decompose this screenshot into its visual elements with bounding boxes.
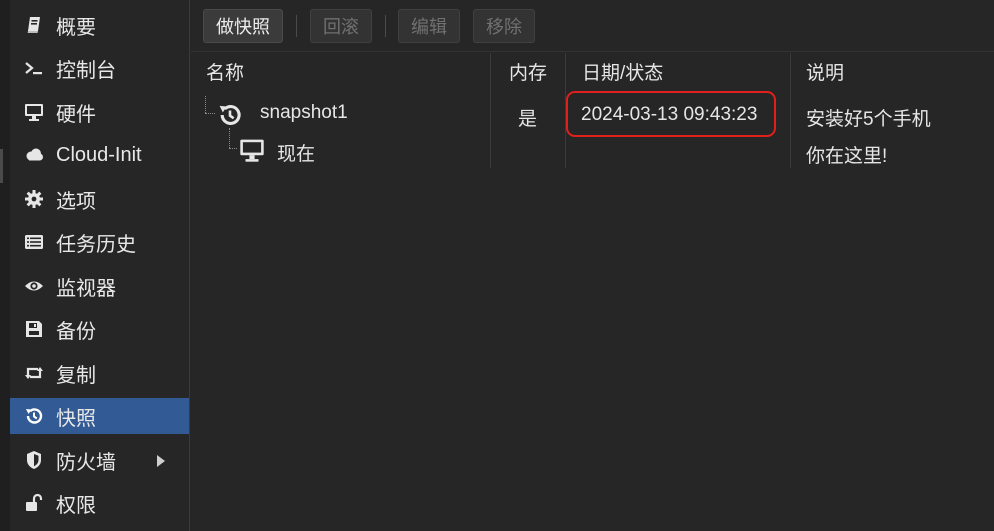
sidebar-item-firewall[interactable]: 防火墙 — [10, 442, 189, 478]
sidebar: 概要 控制台 硬件 Cloud-Init 选项 任务历史 监视器 备份 复制 快… — [10, 0, 190, 531]
tree-connector — [205, 113, 215, 114]
tree-connector — [229, 128, 230, 148]
app-window: 概要 控制台 硬件 Cloud-Init 选项 任务历史 监视器 备份 复制 快… — [0, 0, 994, 531]
history-icon — [22, 404, 46, 428]
sidebar-item-backup[interactable]: 备份 — [10, 311, 189, 347]
sidebar-item-label: 复制 — [56, 364, 96, 387]
column-divider — [790, 53, 791, 168]
left-edge-strip — [0, 0, 10, 531]
history-icon — [217, 102, 243, 128]
sidebar-item-label: 快照 — [56, 407, 96, 430]
sidebar-item-label: 备份 — [56, 320, 96, 343]
sidebar-item-monitor[interactable]: 监视器 — [10, 268, 189, 304]
sidebar-item-label: Cloud-Init — [56, 143, 142, 166]
sidebar-item-hardware[interactable]: 硬件 — [10, 94, 189, 130]
tree-connector — [205, 96, 206, 113]
sidebar-item-label: 任务历史 — [56, 233, 136, 256]
column-header-ram[interactable]: 内存 — [509, 53, 547, 95]
terminal-icon — [22, 56, 46, 80]
tree-connector — [229, 148, 237, 149]
sidebar-item-label: 防火墙 — [56, 451, 116, 474]
snapshot-name[interactable]: snapshot1 — [260, 102, 348, 124]
rollback-button[interactable]: 回滚 — [310, 9, 372, 43]
column-header-date[interactable]: 日期/状态 — [582, 53, 663, 95]
unlock-icon — [22, 491, 46, 515]
toolbar-separator — [385, 15, 386, 37]
shield-icon — [22, 448, 46, 472]
sidebar-item-label: 控制台 — [56, 59, 116, 82]
sidebar-item-replication[interactable]: 复制 — [10, 355, 189, 391]
list-icon — [22, 230, 46, 254]
monitor-icon — [238, 137, 266, 163]
column-header-description[interactable]: 说明 — [806, 53, 844, 95]
retweet-icon — [22, 361, 46, 385]
snapshot-date: 2024-03-13 09:43:23 — [581, 104, 758, 125]
book-icon — [22, 13, 46, 37]
submenu-arrow-icon[interactable] — [157, 455, 165, 467]
column-header-name[interactable]: 名称 — [206, 53, 244, 95]
snapshot-ram-state: 是 — [518, 109, 538, 130]
sidebar-item-label: 选项 — [56, 190, 96, 213]
sidebar-item-label: 硬件 — [56, 103, 96, 126]
cloud-icon — [22, 143, 46, 167]
scroll-marker — [0, 149, 3, 183]
monitor-icon — [22, 100, 46, 124]
sidebar-item-summary[interactable]: 概要 — [10, 7, 189, 43]
current-state-name[interactable]: 现在 — [277, 139, 315, 166]
snapshot-tree-grid: 名称 内存 日期/状态 说明 snapshot1 是 2024-03-13 09… — [191, 53, 994, 531]
column-divider — [490, 53, 491, 168]
floppy-icon — [22, 317, 46, 341]
sidebar-item-cloud-init[interactable]: Cloud-Init — [10, 137, 189, 173]
sidebar-item-permissions[interactable]: 权限 — [10, 485, 189, 521]
sidebar-item-snapshot[interactable]: 快照 — [10, 398, 189, 434]
sidebar-item-label: 权限 — [56, 494, 96, 517]
sidebar-item-label: 监视器 — [56, 277, 116, 300]
gear-icon — [22, 187, 46, 211]
take-snapshot-button[interactable]: 做快照 — [203, 9, 283, 43]
sidebar-item-options[interactable]: 选项 — [10, 181, 189, 217]
snapshot-toolbar: 做快照 回滚 编辑 移除 — [191, 0, 994, 52]
edit-button[interactable]: 编辑 — [398, 9, 460, 43]
sidebar-item-label: 概要 — [56, 16, 96, 39]
current-state-description: 你在这里! — [806, 146, 888, 167]
sidebar-item-task-history[interactable]: 任务历史 — [10, 224, 189, 260]
snapshot-description: 安装好5个手机 — [806, 109, 931, 130]
toolbar-separator — [296, 15, 297, 37]
sidebar-item-console[interactable]: 控制台 — [10, 50, 189, 86]
remove-button[interactable]: 移除 — [473, 9, 535, 43]
eye-icon — [22, 274, 46, 298]
